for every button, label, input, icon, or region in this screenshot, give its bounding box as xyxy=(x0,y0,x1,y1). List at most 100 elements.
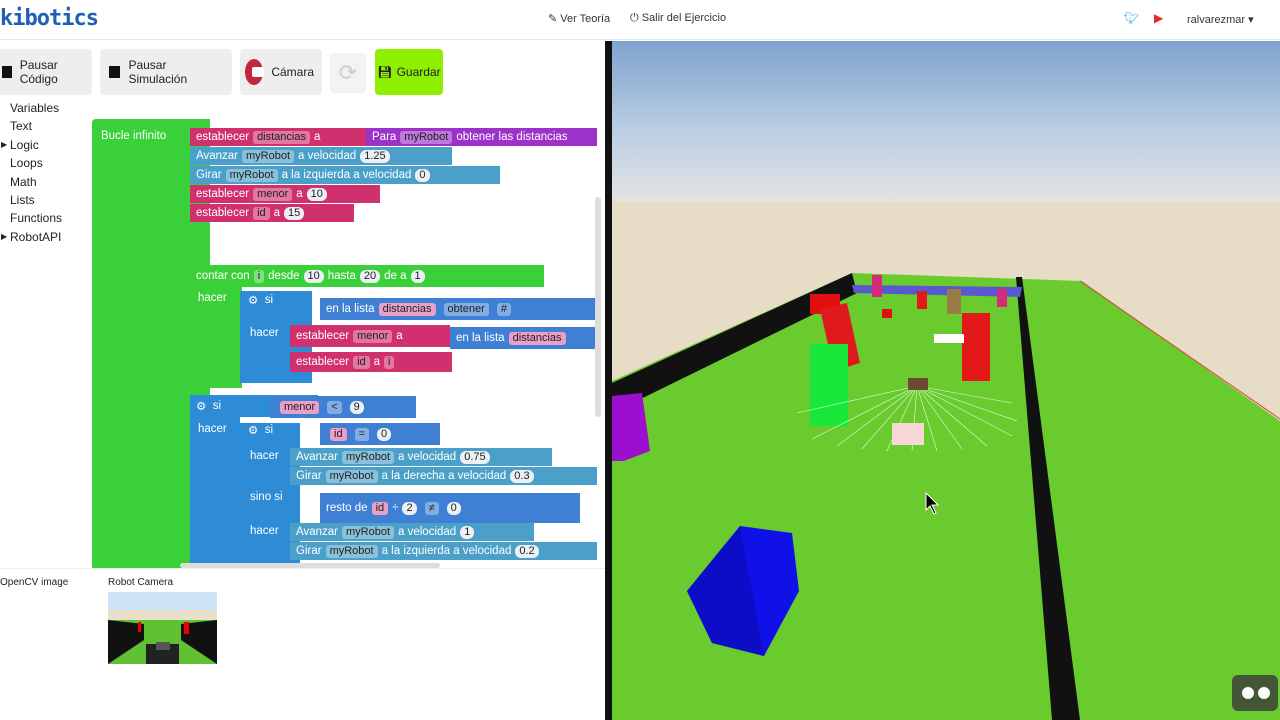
advance-block[interactable]: Avanzar myRobot a velocidad 1 xyxy=(290,523,534,541)
number-field[interactable]: 0.75 xyxy=(460,450,490,464)
set-menor-block[interactable]: establecer menor a 10 xyxy=(190,185,380,203)
robot-field[interactable]: myRobot xyxy=(341,525,395,539)
var-field[interactable]: distancias xyxy=(378,302,436,316)
var-field[interactable]: i xyxy=(384,355,395,369)
number-field[interactable]: 0 xyxy=(377,427,392,441)
expand-icon: ▶ xyxy=(1,139,8,149)
a-text: a xyxy=(273,207,281,219)
number-field[interactable]: 0.3 xyxy=(510,469,534,483)
compare-block[interactable]: menor <9 xyxy=(270,396,416,418)
robot-field[interactable]: myRobot xyxy=(241,149,295,163)
save-button[interactable]: 💾︎ Guardar xyxy=(375,49,443,95)
number-field[interactable]: 0 xyxy=(446,501,461,515)
left-speed-text: a la izquierda a velocidad xyxy=(381,545,512,557)
op-field[interactable]: = xyxy=(354,427,369,441)
hash-field[interactable]: # xyxy=(496,302,511,316)
var-field[interactable]: id xyxy=(330,427,347,441)
gear-icon: ⚙ xyxy=(196,401,207,413)
para-text: Para xyxy=(372,131,397,143)
number-field[interactable]: 15 xyxy=(284,206,305,220)
top-navbar: kibotics ✎ Ver Teoría ⏻ Salir del Ejercici… xyxy=(0,0,1280,40)
pause-code-button[interactable]: Pausar Código xyxy=(0,49,92,95)
exit-link-label: Salir del Ejercicio xyxy=(641,12,727,24)
right-speed-text: a la derecha a velocidad xyxy=(381,470,507,482)
exit-link[interactable]: ⏻ Salir del Ejercicio xyxy=(630,12,726,25)
logo[interactable]: kibotics xyxy=(0,6,99,31)
camera-button[interactable]: Cámara xyxy=(240,49,322,95)
number-field[interactable]: 1 xyxy=(460,525,475,539)
vertical-scrollbar[interactable] xyxy=(595,197,601,417)
theory-link[interactable]: ✎ Ver Teoría xyxy=(548,12,610,25)
var-field[interactable]: id xyxy=(371,501,389,515)
var-field[interactable]: i xyxy=(253,269,265,283)
turn-left-block[interactable]: Girar myRobot a la izquierda a velocidad 0 xyxy=(190,166,500,184)
var-field[interactable]: menor xyxy=(353,329,393,343)
camera-view-graphic xyxy=(108,592,217,664)
de-a-text: de a xyxy=(384,270,407,282)
category-robotapi[interactable]: ▶ RobotAPI xyxy=(0,228,90,246)
number-field[interactable]: 1 xyxy=(410,269,425,283)
robot-field[interactable]: myRobot xyxy=(400,130,453,144)
count-block[interactable]: contar con i desde 10 hasta 20 de a1 xyxy=(190,265,544,287)
var-field[interactable]: id xyxy=(353,355,370,369)
category-lists[interactable]: Lists xyxy=(0,191,90,209)
get-distances-block[interactable]: Para myRobot obtener las distancias xyxy=(366,128,597,146)
in-list-block[interactable]: en la lista distancias xyxy=(450,327,597,349)
editor-pane: Pausar Código Pausar Simulación Cámara ⟳… xyxy=(0,41,607,720)
loop-label: Bucle infinito xyxy=(95,127,166,145)
var-field[interactable]: menor xyxy=(280,400,320,414)
pause-sim-button[interactable]: Pausar Simulación xyxy=(100,49,232,95)
youtube-icon[interactable]: ▶ xyxy=(1154,11,1163,25)
number-field[interactable]: 2 xyxy=(402,501,417,515)
in-list-block[interactable]: en la lista distancias obtener # xyxy=(320,298,597,320)
var-field[interactable]: distancias xyxy=(508,331,566,345)
category-math[interactable]: Math xyxy=(0,173,90,191)
turn-right-block[interactable]: Girar myRobot a la derecha a velocidad 0.3 xyxy=(290,467,597,485)
reload-icon[interactable]: ⟳ xyxy=(330,53,366,93)
mod-compare-block[interactable]: resto de id ÷ 2 ≠ 0 xyxy=(320,493,580,523)
set-menor-block[interactable]: establecer menor a xyxy=(290,325,450,347)
robot-field[interactable]: myRobot xyxy=(325,469,378,483)
set-text: establecer xyxy=(196,188,250,200)
simulator-3d-view[interactable] xyxy=(612,41,1280,720)
user-menu[interactable]: ralvarezmar ▾ xyxy=(1187,13,1254,26)
pause-sim-label: Pausar Simulación xyxy=(128,58,188,86)
number-field[interactable]: 1.25 xyxy=(360,149,390,163)
op-field[interactable]: < xyxy=(327,400,342,414)
number-field[interactable]: 0 xyxy=(415,168,430,182)
hacer-text: hacer xyxy=(250,327,279,339)
set-distances-block[interactable]: establecer distancias a xyxy=(190,128,372,146)
robot-field[interactable]: myRobot xyxy=(225,168,278,182)
var-field[interactable]: distancias xyxy=(253,130,310,144)
advance-block[interactable]: Avanzar myRobot a velocidad 0.75 xyxy=(290,448,552,466)
var-field[interactable]: id xyxy=(253,206,270,220)
set-id-block[interactable]: establecer id a i xyxy=(290,352,452,372)
category-loops[interactable]: Loops xyxy=(0,154,90,172)
set-id-block[interactable]: establecer id a 15 xyxy=(190,204,354,222)
hacer-text: hacer xyxy=(198,423,227,435)
advance-block[interactable]: Avanzar myRobot a velocidad 1.25 xyxy=(190,147,452,165)
pause-code-label: Pausar Código xyxy=(19,58,58,86)
var-field[interactable]: menor xyxy=(253,187,293,201)
number-field[interactable]: 20 xyxy=(359,269,381,283)
opencv-label: OpenCV image xyxy=(0,577,69,588)
category-text[interactable]: Text xyxy=(0,117,90,135)
robot-field[interactable]: myRobot xyxy=(325,544,378,558)
compare-block[interactable]: id = 0 xyxy=(320,423,440,445)
op-field[interactable]: ≠ xyxy=(424,501,439,515)
in-list-text: en la lista xyxy=(456,332,505,344)
robot-field[interactable]: myRobot xyxy=(341,450,395,464)
category-logic[interactable]: ▶ Logic xyxy=(0,136,90,154)
twitter-icon[interactable]: 🐦︎ xyxy=(1124,11,1139,25)
blockly-workspace[interactable]: Bucle infinito establecer distancias a Par… xyxy=(92,119,597,569)
stop-icon xyxy=(2,66,12,78)
get-field[interactable]: obtener xyxy=(443,302,489,316)
turn-left-block[interactable]: Girar myRobot a la izquierda a velocidad 0.… xyxy=(290,542,597,560)
pane-divider[interactable] xyxy=(605,41,612,720)
number-field[interactable]: 0.2 xyxy=(515,544,539,558)
number-field[interactable]: 10 xyxy=(306,187,327,201)
category-functions[interactable]: Functions xyxy=(0,209,90,227)
category-variables[interactable]: Variables xyxy=(0,99,90,117)
number-field[interactable]: 10 xyxy=(303,269,324,283)
number-field[interactable]: 9 xyxy=(349,400,364,414)
